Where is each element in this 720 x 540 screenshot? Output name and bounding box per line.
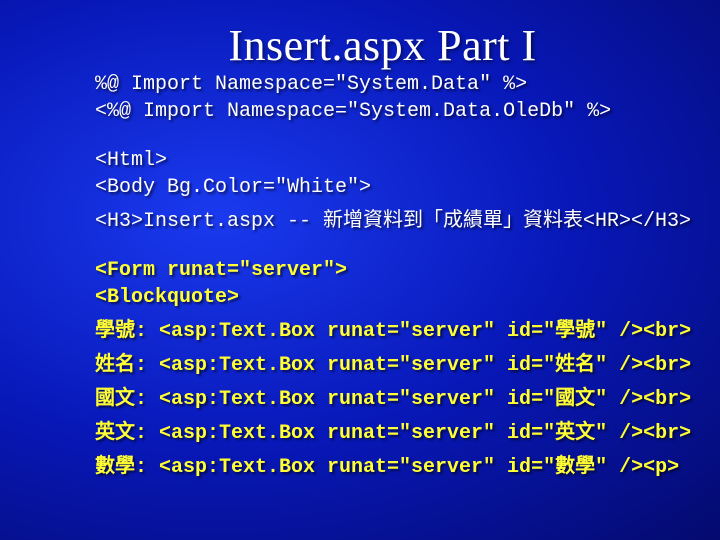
code-line: <Html>: [95, 149, 670, 172]
code-line: <H3>Insert.aspx -- 新增資料到「成績單」資料表<HR></H3…: [95, 203, 670, 233]
code-line: 數學: <asp:Text.Box runat="server" id="數學"…: [95, 449, 670, 479]
code-block: %@ Import Namespace="System.Data" %> <%@ …: [95, 73, 670, 479]
code-line: 英文: <asp:Text.Box runat="server" id="英文"…: [95, 415, 670, 445]
code-line: 學號: <asp:Text.Box runat="server" id="學號"…: [95, 313, 670, 343]
code-line: %@ Import Namespace="System.Data" %>: [95, 73, 670, 96]
code-line: 國文: <asp:Text.Box runat="server" id="國文"…: [95, 381, 670, 411]
code-line: 姓名: <asp:Text.Box runat="server" id="姓名"…: [95, 347, 670, 377]
code-line: <Blockquote>: [95, 286, 670, 309]
code-line: <Form runat="server">: [95, 259, 670, 282]
code-line: <%@ Import Namespace="System.Data.OleDb"…: [95, 100, 670, 123]
slide-title: Insert.aspx Part I: [95, 20, 670, 71]
code-line: <Body Bg.Color="White">: [95, 176, 670, 199]
